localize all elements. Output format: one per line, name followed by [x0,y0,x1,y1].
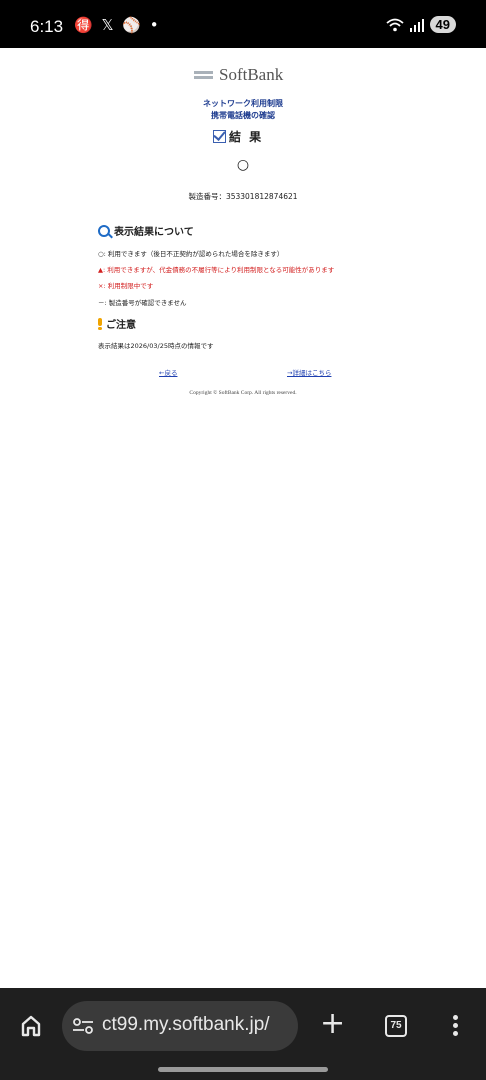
legend-line-restricted: ×: 利用制限中です [98,282,154,290]
legend-line-possible-restriction: ▲: 利用できますが、代金債務の不履行等により利用制限となる可能性があります [98,266,335,274]
result-heading: 結 果 [213,128,263,145]
legend-line-unknown: －: 製造番号が確認できません [98,299,187,307]
more-menu-icon[interactable] [453,1015,458,1039]
wifi-icon [385,18,404,31]
result-symbol: ○ [236,157,250,173]
softbank-logo[interactable]: SoftBank [194,65,283,85]
page-subtitle-line2: 携帯電話機の確認 [211,111,275,120]
battery-indicator: 49 [429,16,456,33]
status-time: 6:13 [30,17,64,36]
legend-line-available: ○: 利用できます（後日不正契約が認められた場合を除きます） [98,250,284,258]
serial-number: 製造番号：353301812874621 [188,192,298,201]
details-link[interactable]: →詳細はこちら [287,367,331,377]
home-icon[interactable] [20,1014,42,1038]
page-subtitle-line1: ネットワーク利用制限 [203,99,283,108]
logo-bars-icon [194,71,213,79]
notification-icons: 🉐 𝕏 ⚾ • [74,16,161,34]
notice-title: ご注意 [106,320,136,331]
status-right: 49 [385,16,456,33]
url-text[interactable]: ct99.my.softbank.jp/ [102,1014,270,1036]
exclamation-icon [98,317,102,330]
copyright: Copyright © SoftBank Corp. All rights re… [189,390,297,396]
gesture-handle [158,1067,328,1072]
tab-switcher-button[interactable]: 75 [385,1015,407,1037]
about-results-heading: 表示結果について [98,223,194,238]
notice-text: 表示結果は2026/03/25時点の情報です [98,342,214,350]
logo-text: SoftBank [219,65,284,84]
new-tab-icon[interactable]: + [320,1009,345,1039]
signal-icon [409,18,424,32]
checkbox-icon [213,130,226,143]
status-bar: 6:13 🉐 𝕏 ⚾ • 49 [0,0,486,48]
notice-heading: ご注意 [98,316,136,331]
magnifier-icon [98,224,110,237]
result-heading-text: 結 果 [229,130,264,144]
site-settings-icon[interactable] [72,1018,94,1034]
back-link[interactable]: ←戻る [159,367,177,377]
about-results-title: 表示結果について [114,227,194,238]
